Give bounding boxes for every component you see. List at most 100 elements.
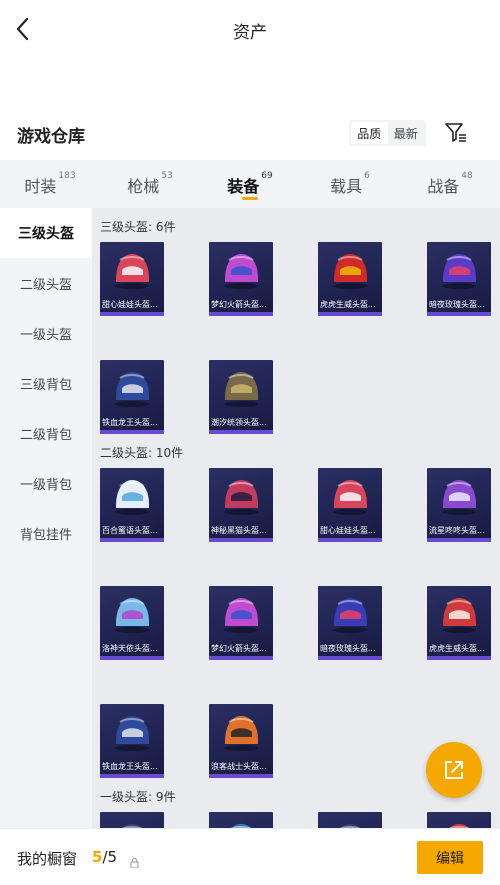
item-card[interactable]: 铁血龙王头盔...: [100, 360, 164, 434]
tab-firearms[interactable]: 枪械 53: [100, 160, 200, 208]
helmet-icon: [115, 254, 149, 289]
rarity-strip: [100, 430, 164, 434]
rarity-strip: [427, 538, 491, 542]
item-card[interactable]: 虎虎生威头盔...: [318, 242, 382, 316]
item-name: 铁血龙王头盔...: [102, 762, 158, 771]
lock-icon: [130, 853, 139, 869]
item-card[interactable]: [100, 812, 164, 828]
rarity-strip: [318, 312, 382, 316]
item-card[interactable]: [209, 812, 273, 828]
helmet-icon: [224, 372, 258, 407]
item-name: 浪客战士头盔...: [211, 762, 267, 771]
warehouse-title: 游戏仓库: [17, 127, 85, 147]
item-card[interactable]: 百合蜜语头盔...: [100, 468, 164, 542]
tab-label: 时装: [24, 177, 57, 196]
sidebar-item-level2-backpack[interactable]: 二级背包: [0, 408, 92, 458]
item-card[interactable]: 洛神天依头盔...: [100, 586, 164, 660]
item-name: 梦幻火箭头盔...: [211, 300, 267, 309]
tab-supplies[interactable]: 战备 48: [400, 160, 500, 208]
sidebar-item-backpack-charm[interactable]: 背包挂件: [0, 508, 92, 558]
tab-count: 53: [161, 171, 173, 181]
item-card[interactable]: 甜心娃娃头盔...: [100, 242, 164, 316]
item-name: 百合蜜语头盔...: [102, 526, 158, 535]
item-name: 潮汐统领头盔...: [211, 418, 267, 427]
tab-equipment[interactable]: 装备 69: [200, 160, 300, 208]
helmet-icon: [121, 824, 143, 828]
item-grid: 三级头盔: 6件 甜心娃娃头盔... 梦幻火箭头盔... 虎虎生威头盔... 暗夜玫瑰头…: [92, 208, 500, 828]
item-card[interactable]: 浪客战士头盔...: [209, 704, 273, 778]
helmet-icon: [115, 716, 149, 751]
tab-fashion[interactable]: 时装 183: [0, 160, 100, 208]
helmet-icon: [333, 480, 367, 515]
tab-label: 战备: [427, 177, 460, 196]
share-icon: [445, 761, 463, 779]
showcase-count-current: 5: [92, 848, 103, 866]
rarity-strip: [100, 774, 164, 778]
rarity-strip: [427, 312, 491, 316]
sidebar-item-level2-helmet[interactable]: 二级头盔: [0, 258, 92, 308]
rarity-strip: [100, 312, 164, 316]
share-button[interactable]: [426, 742, 482, 798]
item-card[interactable]: 暗夜玫瑰头盔...: [318, 586, 382, 660]
sidebar-item-level3-backpack[interactable]: 三级背包: [0, 358, 92, 408]
sidebar-item-level1-backpack[interactable]: 一级背包: [0, 458, 92, 508]
item-name: 暗夜玫瑰头盔...: [429, 300, 485, 309]
rarity-strip: [100, 538, 164, 542]
item-card[interactable]: 暗夜玫瑰头盔...: [427, 242, 491, 316]
helmet-icon: [115, 598, 149, 633]
sort-quality-option[interactable]: 品质: [351, 122, 388, 144]
rarity-strip: [209, 312, 273, 316]
filter-icon[interactable]: [444, 120, 468, 144]
showcase-count: 5/5: [92, 848, 117, 866]
helmet-icon: [115, 480, 149, 515]
sidebar: 三级头盔 二级头盔 一级头盔 三级背包 二级背包 一级背包 背包挂件: [0, 208, 92, 828]
sidebar-item-level1-helmet[interactable]: 一级头盔: [0, 308, 92, 358]
helmet-icon: [115, 372, 149, 407]
rarity-strip: [209, 774, 273, 778]
item-name: 梦幻火箭头盔...: [211, 644, 267, 653]
sidebar-item-level3-helmet[interactable]: 三级头盔: [0, 208, 92, 258]
item-card[interactable]: 梦幻火箭头盔...: [209, 242, 273, 316]
item-card[interactable]: [427, 812, 491, 828]
rarity-strip: [209, 430, 273, 434]
item-name: 神秘黑猫头盔...: [211, 526, 267, 535]
header: 资产: [0, 0, 500, 60]
warehouse-row: 游戏仓库 品质 最新: [0, 118, 500, 150]
item-name: 洛神天依头盔...: [102, 644, 158, 653]
item-card[interactable]: 潮汐统领头盔...: [209, 360, 273, 434]
item-card[interactable]: [318, 812, 382, 828]
item-name: 虎虎生威头盔...: [429, 644, 485, 653]
item-name: 铁血龙王头盔...: [102, 418, 158, 427]
helmet-icon: [230, 824, 252, 828]
rarity-strip: [427, 656, 491, 660]
helmet-icon: [224, 716, 258, 751]
edit-button[interactable]: 编辑: [417, 841, 483, 874]
sort-newest-option[interactable]: 最新: [388, 122, 425, 144]
tab-count: 6: [364, 171, 370, 181]
rarity-strip: [100, 656, 164, 660]
section-label: 一级头盔: 9件: [100, 790, 176, 804]
page-title: 资产: [233, 23, 267, 43]
item-card[interactable]: 神秘黑猫头盔...: [209, 468, 273, 542]
tab-label: 装备: [227, 177, 260, 196]
item-name: 甜心娃娃头盔...: [320, 526, 376, 535]
tab-vehicles[interactable]: 载具 6: [300, 160, 400, 208]
helmet-icon: [224, 254, 258, 289]
section-label: 二级头盔: 10件: [100, 446, 184, 460]
tab-count: 69: [261, 171, 273, 181]
helmet-icon: [333, 598, 367, 633]
item-card[interactable]: 甜心娃娃头盔...: [318, 468, 382, 542]
helmet-icon: [224, 598, 258, 633]
helmet-icon: [224, 480, 258, 515]
tab-count: 48: [461, 171, 473, 181]
rarity-strip: [318, 538, 382, 542]
item-name: 虎虎生威头盔...: [320, 300, 376, 309]
rarity-strip: [209, 656, 273, 660]
item-card[interactable]: 梦幻火箭头盔...: [209, 586, 273, 660]
item-card[interactable]: 流星咚咚头盔...: [427, 468, 491, 542]
item-card[interactable]: 虎虎生威头盔...: [427, 586, 491, 660]
helmet-icon: [339, 824, 361, 828]
rarity-strip: [318, 656, 382, 660]
helmet-icon: [448, 824, 470, 828]
item-card[interactable]: 铁血龙王头盔...: [100, 704, 164, 778]
